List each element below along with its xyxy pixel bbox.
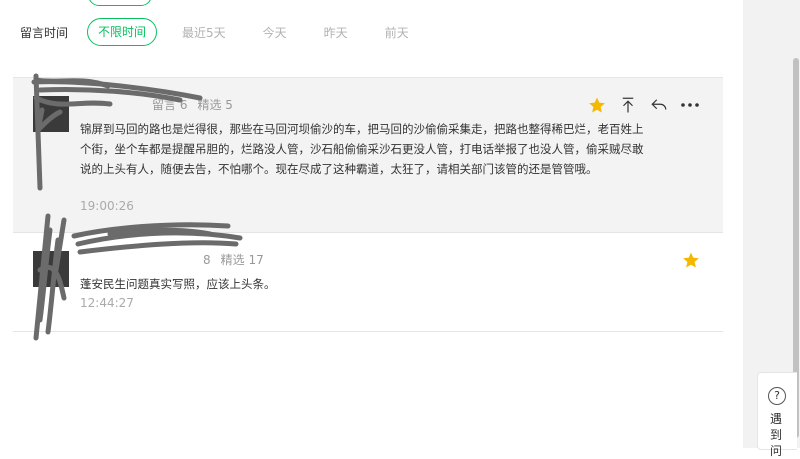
comment-item: 8 精选 17 蓬安民生问题真实写照，应该上头条。 12:44:27 [13, 232, 723, 332]
filter-last-5-days[interactable]: 最近5天 [182, 24, 226, 41]
star-icon[interactable] [587, 95, 607, 115]
comment-content: 锦屏到马回的路也是烂得很，那些在马回河坝偷沙的车，把马回的沙偷偷采集走，把路也整… [80, 122, 644, 176]
comment-count: 留言 6 [152, 98, 188, 112]
help-label[interactable]: 遇到问 [770, 411, 784, 459]
comment-time: 19:00:26 [80, 199, 134, 213]
comment-content: 蓬安民生问题真实写照，应该上头条。 [80, 277, 276, 291]
featured-count: 精选 17 [220, 253, 264, 267]
help-icon[interactable]: ? [768, 387, 786, 405]
help-widget[interactable]: ? 遇到问 [757, 372, 797, 458]
comment-actions [681, 250, 712, 270]
comment-actions [587, 95, 711, 115]
filter-today[interactable]: 今天 [263, 24, 287, 41]
comment-count: 8 [203, 253, 211, 267]
comment-time: 12:44:27 [80, 296, 134, 310]
pin-top-icon[interactable] [618, 95, 638, 115]
featured-count: 精选 5 [197, 98, 233, 112]
comment-management-panel: 留言时间 不限时间 最近5天 今天 昨天 前天 留言 6 精选 5 锦屏到马回的路… [0, 0, 743, 448]
filter-yesterday[interactable]: 昨天 [324, 24, 348, 41]
comment-item: 留言 6 精选 5 锦屏到马回的路也是烂得很，那些在马回河坝偷沙的车，把马回的沙偷… [13, 77, 723, 233]
reply-icon[interactable] [649, 95, 669, 115]
comment-meta: 8 精选 17 [80, 251, 264, 268]
avatar[interactable] [33, 96, 69, 132]
filter-any-time[interactable]: 不限时间 [87, 18, 158, 46]
comment-meta: 留言 6 精选 5 [80, 96, 233, 113]
star-icon[interactable] [681, 250, 701, 270]
more-icon[interactable] [680, 95, 700, 115]
filter-day-before-yesterday[interactable]: 前天 [385, 24, 409, 41]
previous-filter-pill[interactable] [88, 0, 152, 6]
time-filter-row: 留言时间 不限时间 最近5天 今天 昨天 前天 [20, 18, 409, 46]
avatar[interactable] [33, 251, 69, 287]
time-filter-label: 留言时间 [20, 25, 69, 40]
